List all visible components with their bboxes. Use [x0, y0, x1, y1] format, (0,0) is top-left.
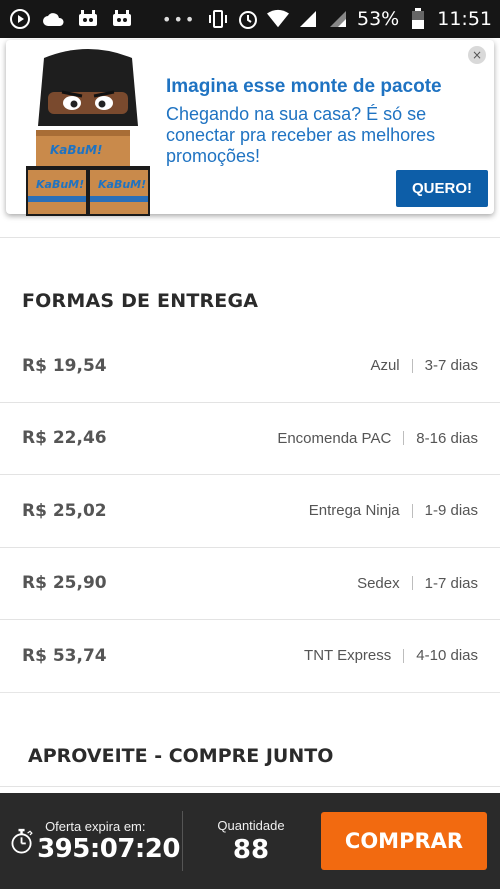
- battery-percent: 53%: [357, 8, 400, 30]
- quantity-label: Quantidade: [217, 817, 285, 833]
- delivery-price: R$ 53,74: [22, 645, 107, 666]
- delivery-carrier: TNT Express: [304, 647, 392, 665]
- timer-label: Oferta expira em:: [45, 818, 146, 834]
- delivery-options-list: R$ 19,54 Azul 3-7 dias R$ 22,46 Encomend…: [0, 330, 500, 693]
- signal-icon: [297, 8, 319, 30]
- delivery-option-row[interactable]: R$ 19,54 Azul 3-7 dias: [0, 330, 500, 403]
- delivery-carrier: Azul: [370, 357, 400, 375]
- alarm-icon: [237, 8, 259, 30]
- separator: [411, 576, 413, 591]
- close-icon[interactable]: ×: [468, 46, 486, 64]
- bot-icon: [76, 7, 100, 31]
- combo-section-title: APROVEITE - COMPRE JUNTO: [28, 745, 334, 767]
- delivery-option-row[interactable]: R$ 25,90 Sedex 1-7 dias: [0, 548, 500, 620]
- divider: [0, 786, 500, 787]
- separator: [411, 358, 413, 373]
- delivery-price: R$ 25,02: [22, 500, 107, 521]
- cloud-icon: [42, 7, 66, 31]
- buy-button[interactable]: COMPRAR: [321, 812, 487, 870]
- delivery-section-title: FORMAS DE ENTREGA: [22, 290, 259, 312]
- popup-message: Chegando na sua casa? É só se conectar p…: [166, 104, 436, 166]
- bot-icon: [110, 7, 134, 31]
- box-logo-text: KaBuM!: [98, 178, 146, 191]
- delivery-carrier: Encomenda PAC: [277, 429, 392, 447]
- delivery-carrier: Entrega Ninja: [308, 502, 400, 520]
- delivery-price: R$ 22,46: [22, 428, 107, 449]
- wifi-icon: [267, 8, 289, 30]
- signal-icon: [327, 8, 349, 30]
- vibrate-icon: [207, 8, 229, 30]
- separator: [411, 503, 413, 518]
- delivery-days: 3-7 dias: [424, 357, 478, 375]
- delivery-option-row[interactable]: R$ 25,02 Entrega Ninja 1-9 dias: [0, 475, 500, 548]
- offer-timer: Oferta expira em: 395:07:20: [0, 819, 180, 864]
- bottom-action-bar: Oferta expira em: 395:07:20 Quantidade 8…: [0, 793, 500, 889]
- clock-time: 11:51: [437, 8, 492, 30]
- quantity-value: 88: [232, 834, 270, 865]
- separator: [403, 431, 405, 446]
- play-circle-icon: [8, 7, 32, 31]
- status-bar: ••• 53% 11:51: [0, 0, 500, 38]
- delivery-days: 4-10 dias: [416, 647, 478, 665]
- delivery-days: 1-7 dias: [424, 574, 478, 592]
- ninja-mascot-image: KaBuM! KaBuM! KaBuM!: [26, 49, 150, 216]
- popup-title: Imagina esse monte de pacote: [166, 76, 442, 97]
- delivery-option-row[interactable]: R$ 53,74 TNT Express 4-10 dias: [0, 620, 500, 693]
- promo-popup: × KaBuM! KaBuM! KaBuM! Imagina esse mont…: [6, 40, 494, 216]
- delivery-days: 8-16 dias: [416, 429, 478, 447]
- stopwatch-icon: [11, 828, 33, 854]
- more-notifications-icon: •••: [162, 9, 197, 29]
- quantity-display: Quantidade 88: [183, 818, 319, 865]
- delivery-days: 1-9 dias: [424, 502, 478, 520]
- battery-icon: [407, 8, 429, 30]
- divider: [0, 237, 500, 238]
- box-logo-text: KaBuM!: [50, 143, 103, 157]
- delivery-option-row[interactable]: R$ 22,46 Encomenda PAC 8-16 dias: [0, 403, 500, 475]
- separator: [403, 648, 405, 663]
- delivery-carrier: Sedex: [357, 574, 400, 592]
- box-logo-text: KaBuM!: [36, 178, 84, 191]
- timer-value: 395:07:20: [37, 833, 180, 864]
- delivery-price: R$ 25,90: [22, 573, 107, 594]
- delivery-price: R$ 19,54: [22, 355, 107, 376]
- quero-button[interactable]: QUERO!: [396, 170, 488, 207]
